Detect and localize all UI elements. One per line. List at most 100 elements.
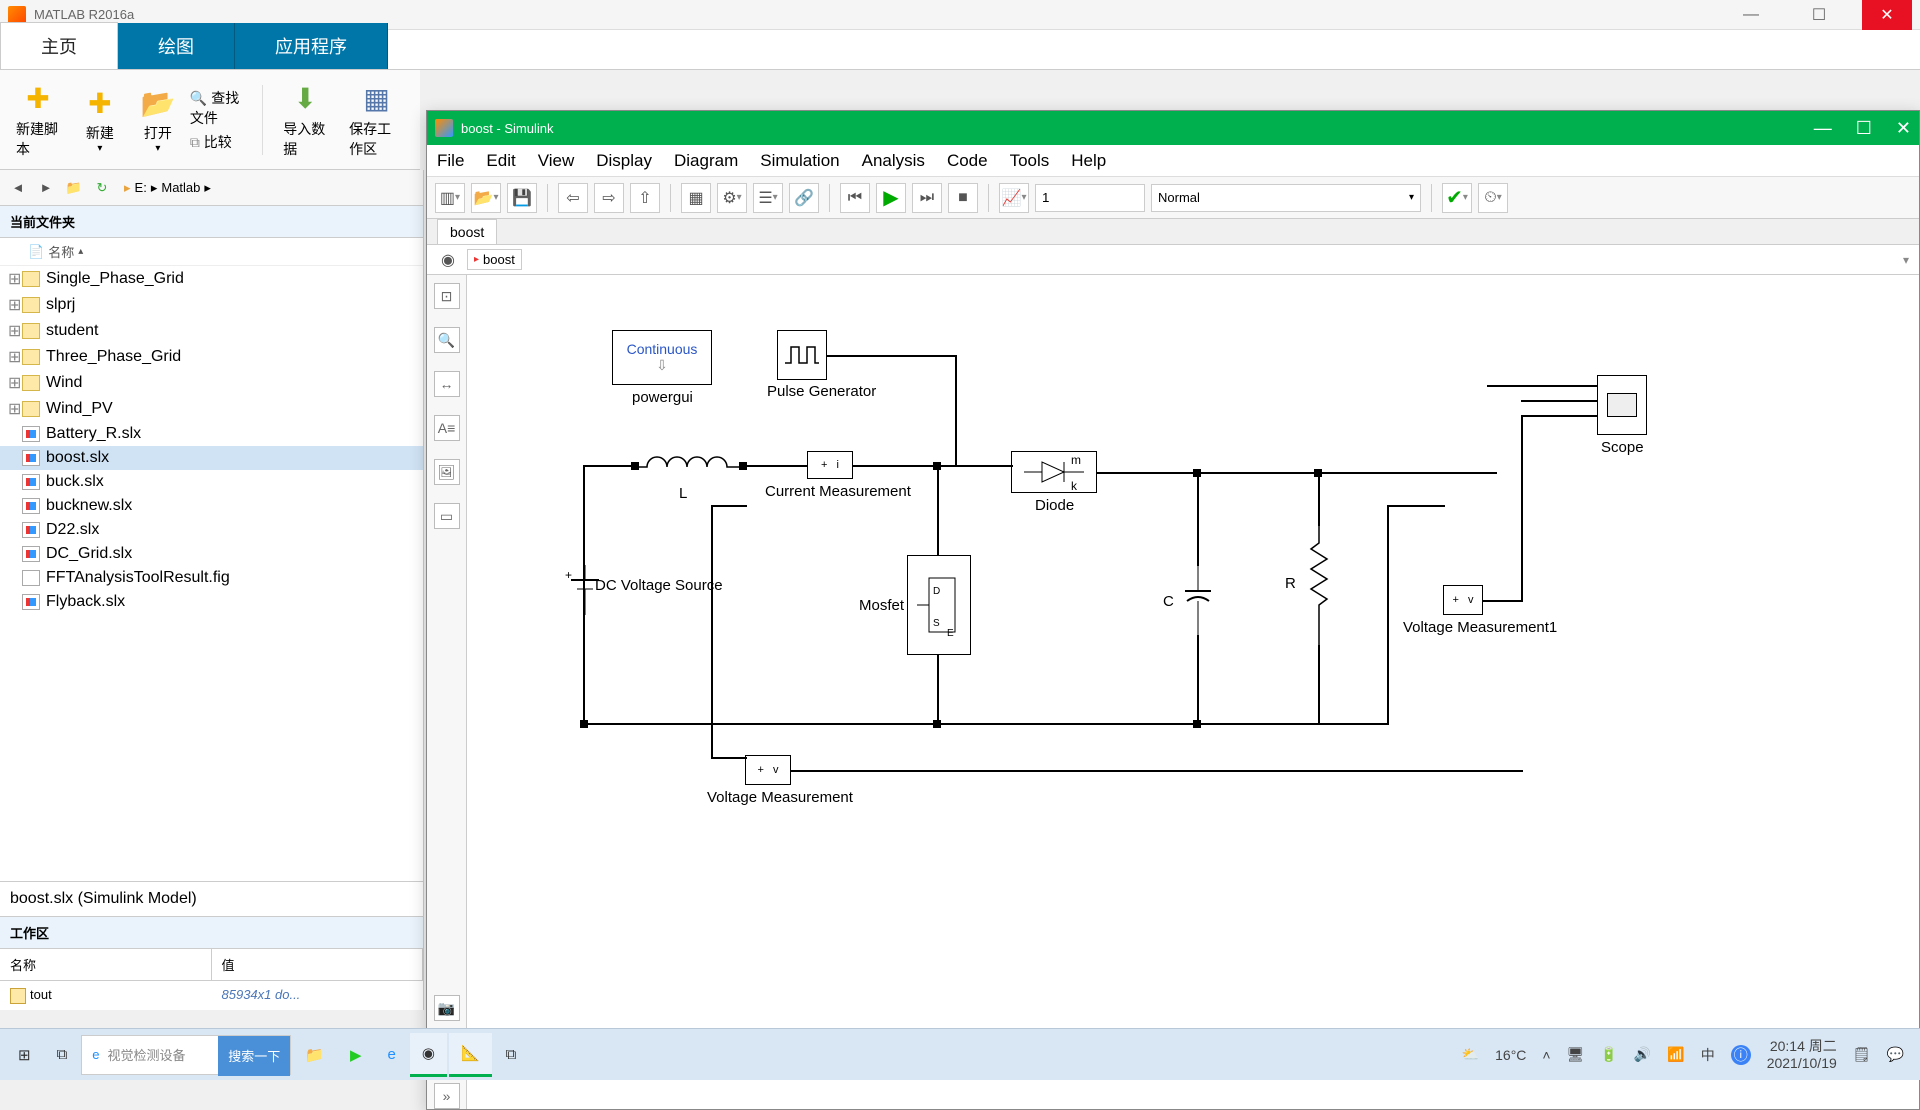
- block-scope[interactable]: [1597, 375, 1647, 435]
- menu-simulation[interactable]: Simulation: [760, 151, 839, 171]
- nav-up-button[interactable]: ⇧: [630, 183, 660, 213]
- taskbar-media[interactable]: ▶: [338, 1033, 374, 1077]
- save-model-button[interactable]: 💾: [507, 183, 537, 213]
- taskbar-matlab[interactable]: 📐: [449, 1033, 492, 1077]
- file-item[interactable]: ⊞slprj: [0, 292, 423, 318]
- tray-chevron-icon[interactable]: ˄: [1542, 1047, 1550, 1063]
- stop-button[interactable]: ■: [948, 183, 978, 213]
- open-model-button[interactable]: 📂: [471, 183, 501, 213]
- search-button[interactable]: 搜索一下: [218, 1036, 290, 1076]
- model-config-button[interactable]: ⚙: [717, 183, 747, 213]
- new-script-button[interactable]: ✚新建脚本: [8, 79, 68, 161]
- nav-back-button[interactable]: ◄: [6, 176, 30, 200]
- menu-diagram[interactable]: Diagram: [674, 151, 738, 171]
- notes-icon[interactable]: 🗒: [1853, 1046, 1871, 1063]
- palette-image-icon[interactable]: 🖼: [434, 459, 460, 485]
- tray-volume-icon[interactable]: 🔊: [1634, 1046, 1651, 1063]
- find-files-button[interactable]: 🔍 查找文件: [190, 88, 251, 128]
- diagnostics-button[interactable]: ✔: [1442, 183, 1472, 213]
- breadcrumb-dropdown-icon[interactable]: ▾: [1903, 253, 1909, 267]
- block-diode[interactable]: [1011, 451, 1097, 493]
- palette-screenshot-icon[interactable]: 📷: [434, 995, 460, 1021]
- block-powergui[interactable]: Continuous ⇩: [612, 330, 712, 385]
- menu-edit[interactable]: Edit: [486, 151, 515, 171]
- maximize-button[interactable]: ☐: [1794, 0, 1844, 30]
- taskbar-chrome[interactable]: ◉: [410, 1033, 447, 1077]
- nav-forward-button[interactable]: ⇨: [594, 183, 624, 213]
- library-browser-button[interactable]: ▦: [681, 183, 711, 213]
- tray-display-icon[interactable]: 🖥: [1567, 1046, 1585, 1063]
- file-item[interactable]: Battery_R.slx: [0, 422, 423, 446]
- file-item[interactable]: bucknew.slx: [0, 494, 423, 518]
- weather-icon[interactable]: ⛅: [1462, 1046, 1479, 1063]
- tray-app-icon[interactable]: ⓘ: [1731, 1045, 1751, 1065]
- simulation-time-input[interactable]: [1035, 184, 1145, 212]
- block-inductor[interactable]: [632, 455, 742, 482]
- taskbar-search[interactable]: e 视觉检测设备 搜索一下: [81, 1035, 291, 1075]
- menu-view[interactable]: View: [538, 151, 575, 171]
- file-item[interactable]: ⊞student: [0, 318, 423, 344]
- slk-minimize-button[interactable]: —: [1814, 118, 1832, 139]
- block-voltage-measurement[interactable]: + v: [745, 755, 791, 785]
- menu-analysis[interactable]: Analysis: [862, 151, 925, 171]
- breadcrumb-root[interactable]: ▸boost: [467, 249, 522, 270]
- ws-value-col[interactable]: 值: [212, 949, 424, 980]
- signal-logging-button[interactable]: 📈: [999, 183, 1029, 213]
- block-resistor[interactable]: [1307, 525, 1331, 648]
- slk-close-button[interactable]: ✕: [1896, 118, 1911, 139]
- palette-area-icon[interactable]: ▭: [434, 503, 460, 529]
- block-capacitor[interactable]: [1183, 565, 1213, 638]
- task-view-button[interactable]: ⧉: [45, 1033, 80, 1077]
- new-button[interactable]: ✚新建▾: [74, 83, 126, 156]
- menu-file[interactable]: File: [437, 151, 464, 171]
- file-item[interactable]: ⊞Three_Phase_Grid: [0, 344, 423, 370]
- file-item[interactable]: Flyback.slx: [0, 590, 423, 614]
- tab-apps[interactable]: 应用程序: [235, 23, 388, 69]
- file-item[interactable]: D22.slx: [0, 518, 423, 542]
- tray-ime-icon[interactable]: 中: [1701, 1045, 1715, 1065]
- start-button[interactable]: ⊞: [6, 1033, 43, 1077]
- simulink-canvas[interactable]: Continuous ⇩ powergui Pulse Generator L: [467, 275, 1919, 1109]
- menu-help[interactable]: Help: [1071, 151, 1106, 171]
- taskbar-app[interactable]: ⧉: [494, 1033, 529, 1077]
- file-item[interactable]: DC_Grid.slx: [0, 542, 423, 566]
- close-button[interactable]: ✕: [1862, 0, 1912, 30]
- file-item[interactable]: buck.slx: [0, 470, 423, 494]
- menu-code[interactable]: Code: [947, 151, 988, 171]
- taskbar-edge[interactable]: e: [376, 1033, 408, 1077]
- nav-back-button[interactable]: ⇦: [558, 183, 588, 213]
- notifications-icon[interactable]: 💬: [1887, 1046, 1904, 1063]
- address-path[interactable]: ▸ E:▸ Matlab▸: [124, 180, 211, 196]
- file-item[interactable]: ⊞Single_Phase_Grid: [0, 266, 423, 292]
- compare-button[interactable]: ⧉ 比较: [190, 132, 251, 152]
- nav-refresh-button[interactable]: ↻: [90, 176, 114, 200]
- block-pulse-generator[interactable]: [777, 330, 827, 380]
- minimize-button[interactable]: —: [1726, 0, 1776, 30]
- import-data-button[interactable]: ⬇导入数据: [275, 79, 335, 161]
- open-button[interactable]: 📂打开▾: [132, 83, 184, 156]
- taskbar-explorer[interactable]: 📁: [293, 1033, 336, 1077]
- menu-display[interactable]: Display: [596, 151, 652, 171]
- nav-forward-button[interactable]: ►: [34, 176, 58, 200]
- palette-nav-icon[interactable]: ↔: [434, 371, 460, 397]
- file-item[interactable]: ⊞Wind: [0, 370, 423, 396]
- run-button[interactable]: ▶: [876, 183, 906, 213]
- stepping-options-button[interactable]: ⏲: [1478, 183, 1508, 213]
- model-explorer-button[interactable]: ☰: [753, 183, 783, 213]
- ws-name-col[interactable]: 名称: [0, 949, 212, 980]
- file-item[interactable]: FFTAnalysisToolResult.fig: [0, 566, 423, 590]
- nav-up-button[interactable]: 📁: [62, 176, 86, 200]
- palette-fit-icon[interactable]: ⊡: [434, 283, 460, 309]
- breadcrumb-nav-icon[interactable]: ◉: [437, 249, 459, 271]
- link-button[interactable]: 🔗: [789, 183, 819, 213]
- model-tab[interactable]: boost: [437, 219, 497, 244]
- block-voltage-measurement1[interactable]: + v: [1443, 585, 1483, 615]
- file-item[interactable]: ⊞Wind_PV: [0, 396, 423, 422]
- file-list-header[interactable]: 📄名称▴: [0, 238, 423, 266]
- tab-plots[interactable]: 绘图: [118, 23, 235, 69]
- palette-zoom-icon[interactable]: 🔍: [434, 327, 460, 353]
- step-back-button[interactable]: ⏮: [840, 183, 870, 213]
- palette-expand-icon[interactable]: »: [434, 1083, 460, 1109]
- step-forward-button[interactable]: ⏭: [912, 183, 942, 213]
- tab-home[interactable]: 主页: [0, 22, 118, 69]
